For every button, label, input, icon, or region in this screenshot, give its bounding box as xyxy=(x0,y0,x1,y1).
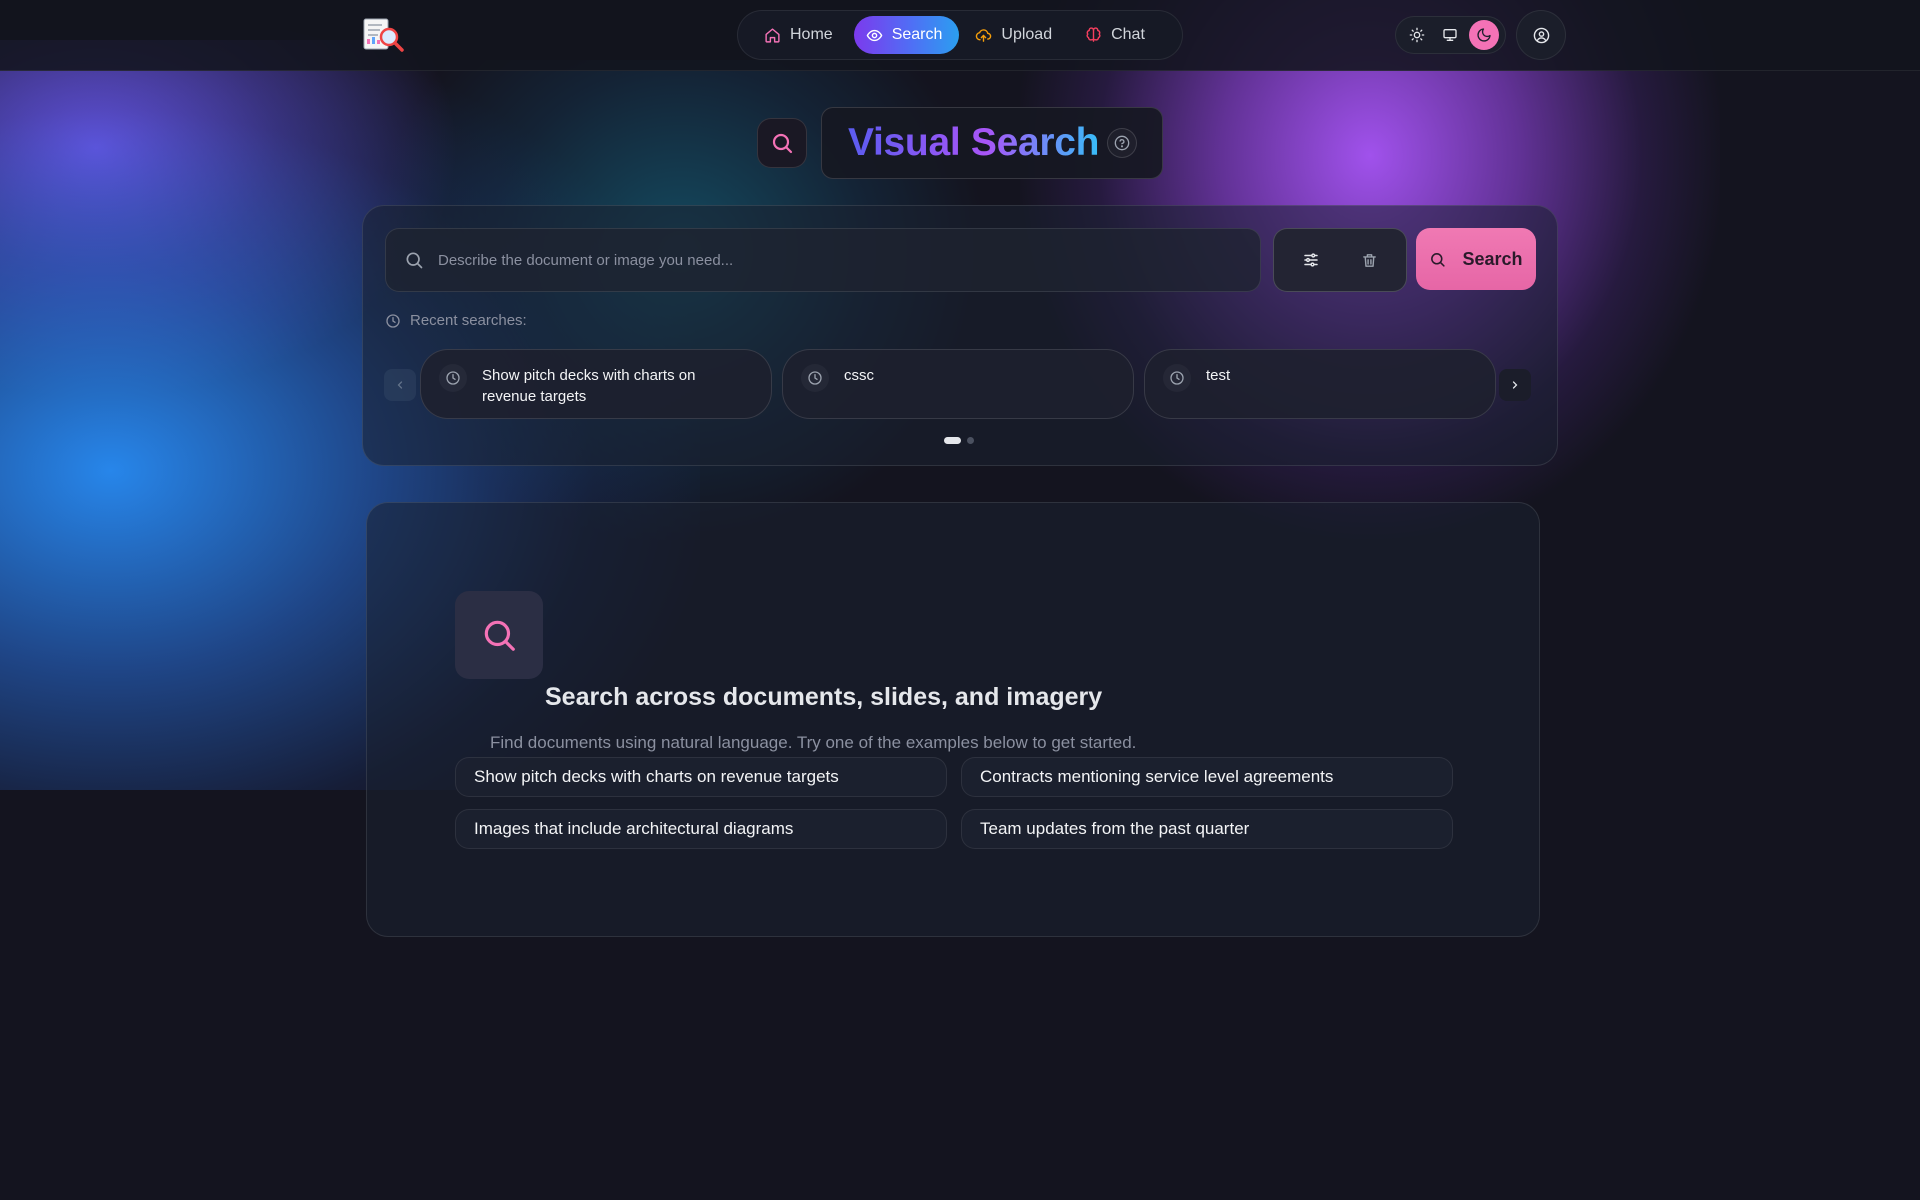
nav-chat-label: Chat xyxy=(1111,26,1145,43)
clock-icon xyxy=(801,364,829,392)
empty-state-subtitle: Find documents using natural language. T… xyxy=(490,733,1137,752)
clear-button[interactable] xyxy=(1351,242,1387,278)
page-title-box: Visual Search xyxy=(821,107,1163,179)
nav-home[interactable]: Home xyxy=(752,16,850,54)
trash-icon xyxy=(1362,253,1376,267)
filters-button[interactable] xyxy=(1293,242,1329,278)
brain-icon xyxy=(1086,26,1101,42)
carousel-dot-2[interactable] xyxy=(967,437,974,444)
help-button[interactable] xyxy=(1107,128,1138,158)
theme-system-button[interactable] xyxy=(1435,20,1465,50)
search-input-wrapper xyxy=(385,228,1261,292)
recent-searches-header: Recent searches: xyxy=(385,312,527,329)
question-circle-icon xyxy=(1114,135,1130,151)
monitor-icon xyxy=(1443,28,1458,41)
nav-search-label: Search xyxy=(891,26,943,43)
nav-home-label: Home xyxy=(790,26,833,43)
theme-dark-button[interactable] xyxy=(1469,20,1500,50)
nav-upload-label: Upload xyxy=(1001,26,1053,43)
recent-search-text: Show pitch decks with charts on revenue … xyxy=(482,367,696,405)
carousel-prev-button[interactable] xyxy=(384,369,416,401)
carousel-pagination xyxy=(944,437,974,444)
recent-search-text: cssc xyxy=(844,367,874,384)
search-input[interactable] xyxy=(438,229,1260,291)
clock-icon xyxy=(1163,364,1191,392)
carousel-next-button[interactable] xyxy=(1499,369,1531,401)
example-query-button[interactable]: Contracts mentioning service level agree… xyxy=(961,757,1453,797)
example-query-button[interactable]: Team updates from the past quarter xyxy=(961,809,1453,849)
carousel-dot-1[interactable] xyxy=(944,437,961,444)
app-logo-icon[interactable] xyxy=(362,15,406,55)
clock-icon xyxy=(386,313,400,328)
chevron-left-icon xyxy=(397,381,403,389)
eye-icon xyxy=(866,29,882,41)
clock-icon xyxy=(439,364,467,392)
title-search-icon xyxy=(757,118,807,168)
empty-state-card: Search across documents, slides, and ima… xyxy=(366,502,1540,937)
theme-switcher xyxy=(1395,16,1506,54)
search-tools xyxy=(1273,228,1407,292)
recent-searches-label: Recent searches: xyxy=(410,312,527,329)
user-menu-button[interactable] xyxy=(1516,10,1566,60)
home-icon xyxy=(765,27,780,43)
search-icon xyxy=(406,252,423,269)
sliders-icon xyxy=(1304,253,1318,267)
empty-state-search-icon xyxy=(455,591,543,679)
search-submit-button[interactable]: Search xyxy=(1416,228,1536,290)
cloud-upload-icon xyxy=(976,28,992,42)
recent-search-item[interactable]: test xyxy=(1144,349,1496,419)
search-panel: Search Recent searches: Show pitch decks… xyxy=(362,205,1558,466)
example-query-button[interactable]: Images that include architectural diagra… xyxy=(455,809,947,849)
nav-chat[interactable]: Chat xyxy=(1073,16,1162,54)
top-navbar: Home Search Upload Chat xyxy=(0,0,1920,71)
sun-icon xyxy=(1409,27,1425,43)
recent-search-item[interactable]: cssc xyxy=(782,349,1134,419)
nav-search[interactable]: Search xyxy=(853,16,960,54)
nav-upload[interactable]: Upload xyxy=(963,16,1069,54)
theme-light-button[interactable] xyxy=(1402,20,1432,50)
user-circle-icon xyxy=(1533,27,1549,43)
main-nav: Home Search Upload Chat xyxy=(737,10,1183,60)
recent-search-text: test xyxy=(1206,367,1231,384)
search-button-label: Search xyxy=(1462,248,1523,269)
search-icon xyxy=(1431,252,1446,267)
example-query-button[interactable]: Show pitch decks with charts on revenue … xyxy=(455,757,947,797)
recent-search-item[interactable]: Show pitch decks with charts on revenue … xyxy=(420,349,772,419)
moon-icon xyxy=(1477,28,1491,42)
page-title: Visual Search xyxy=(848,121,1100,164)
chevron-right-icon xyxy=(1512,381,1518,389)
empty-state-title: Search across documents, slides, and ima… xyxy=(545,683,1103,711)
